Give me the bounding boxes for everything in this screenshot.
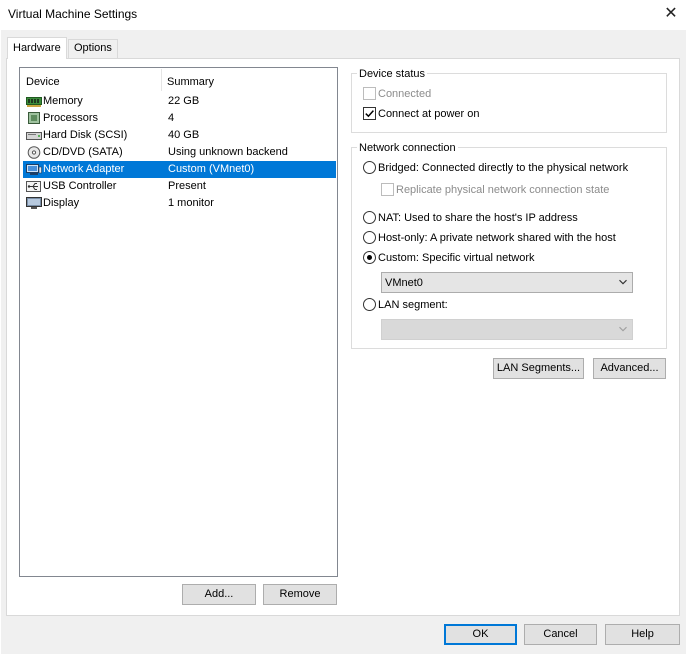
device-name: Display	[43, 197, 80, 209]
device-name: Memory	[43, 95, 83, 107]
device-summary: Using unknown backend	[168, 146, 288, 158]
custom-radio[interactable]	[363, 251, 376, 264]
nat-radio[interactable]	[363, 211, 376, 224]
device-row-processors[interactable]: Processors 4	[23, 110, 336, 127]
host-only-radio[interactable]	[363, 231, 376, 244]
memory-icon	[26, 97, 42, 107]
lan-segments-button[interactable]: LAN Segments...	[493, 358, 584, 379]
lan-segment-radio[interactable]	[363, 298, 376, 311]
column-header-device[interactable]: Device	[26, 74, 60, 90]
advanced-button[interactable]: Advanced...	[593, 358, 666, 379]
display-icon	[26, 197, 42, 209]
lan-segment-label: LAN segment:	[378, 299, 448, 311]
processor-icon	[28, 112, 40, 124]
radio-selected-dot	[367, 255, 372, 260]
device-summary: 1 monitor	[168, 197, 214, 209]
remove-button[interactable]: Remove	[263, 584, 337, 605]
connected-checkbox[interactable]	[363, 87, 376, 100]
lan-segment-dropdown[interactable]	[381, 319, 633, 340]
device-row-display[interactable]: Display 1 monitor	[23, 195, 336, 212]
custom-network-dropdown[interactable]: VMnet0	[381, 272, 633, 293]
connect-at-power-on-label: Connect at power on	[378, 108, 480, 120]
device-row-network-adapter[interactable]: Network Adapter Custom (VMnet0)	[23, 161, 336, 178]
column-divider[interactable]	[161, 69, 162, 91]
device-name: USB Controller	[43, 180, 117, 192]
connected-label: Connected	[378, 88, 432, 100]
device-list[interactable]: Device Summary Memory 22 GB Processors 4…	[19, 67, 338, 577]
bridged-radio[interactable]	[363, 161, 376, 174]
device-status-group	[351, 73, 667, 133]
device-summary: Present	[168, 180, 206, 192]
chevron-down-icon	[619, 279, 627, 285]
tab-hardware[interactable]: Hardware	[7, 37, 67, 59]
device-summary: 40 GB	[168, 129, 200, 141]
device-row-hard-disk[interactable]: Hard Disk (SCSI) 40 GB	[23, 127, 336, 144]
custom-label: Custom: Specific virtual network	[378, 252, 535, 264]
device-name: Network Adapter	[43, 163, 125, 175]
replicate-state-checkbox[interactable]	[381, 183, 394, 196]
device-row-cd-dvd[interactable]: CD/DVD (SATA) Using unknown backend	[23, 144, 336, 161]
usb-icon	[26, 181, 41, 192]
column-header-summary[interactable]: Summary	[167, 74, 214, 90]
connect-at-power-on-checkbox[interactable]	[363, 107, 376, 120]
replicate-state-label: Replicate physical network connection st…	[396, 184, 610, 196]
device-summary: Custom (VMnet0)	[168, 163, 255, 175]
device-summary: 22 GB	[168, 95, 200, 107]
device-row-usb-controller[interactable]: USB Controller Present	[23, 178, 336, 195]
nat-label: NAT: Used to share the host's IP address	[378, 212, 578, 224]
host-only-label: Host-only: A private network shared with…	[378, 232, 616, 244]
chevron-down-icon	[619, 326, 627, 332]
add-button[interactable]: Add...	[182, 584, 256, 605]
close-icon[interactable]: ✕	[662, 4, 680, 24]
device-row-memory[interactable]: Memory 22 GB	[23, 93, 336, 110]
checkmark-icon	[365, 110, 374, 118]
bridged-label: Bridged: Connected directly to the physi…	[378, 162, 629, 174]
tab-options[interactable]: Options	[68, 39, 118, 58]
window-title: Virtual Machine Settings	[8, 7, 138, 21]
network-adapter-icon	[26, 164, 42, 175]
device-name: CD/DVD (SATA)	[43, 146, 123, 158]
hard-disk-icon	[26, 132, 42, 140]
device-name: Hard Disk (SCSI)	[43, 129, 128, 141]
cd-dvd-icon	[27, 146, 41, 159]
device-summary: 4	[168, 112, 175, 124]
custom-network-value: VMnet0	[385, 277, 423, 289]
ok-button[interactable]: OK	[444, 624, 517, 645]
cancel-button[interactable]: Cancel	[524, 624, 597, 645]
help-button[interactable]: Help	[605, 624, 680, 645]
network-connection-title: Network connection	[357, 142, 458, 154]
device-status-title: Device status	[357, 68, 428, 80]
device-name: Processors	[43, 112, 99, 124]
